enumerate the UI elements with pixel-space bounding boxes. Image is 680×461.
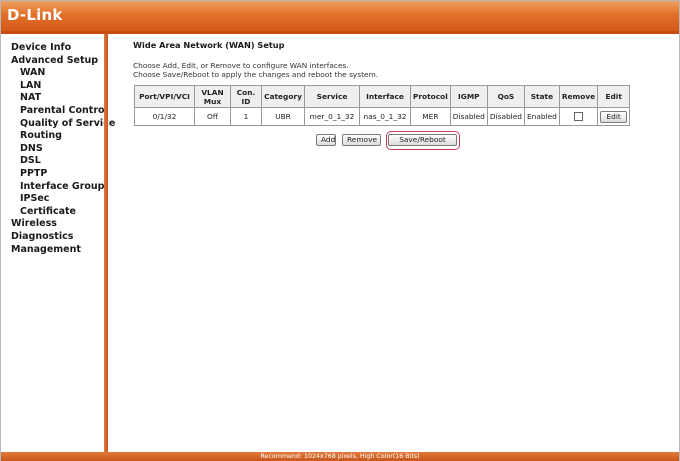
sidebar-item-advanced-setup[interactable]: Advanced Setup [11,55,115,68]
sidebar-border [104,34,108,452]
cell-protocol: MER [410,107,451,126]
sidebar-nav: Device Info Advanced Setup WAN LAN NAT P… [1,34,115,452]
header-vlan-mux-line1: VLAN [201,87,224,97]
header-remove: Remove [558,85,599,108]
sidebar-item-dns[interactable]: DNS [11,143,115,156]
sidebar-item-wireless[interactable]: Wireless [11,218,115,231]
sidebar-item-routing[interactable]: Routing [11,130,115,143]
cell-con-id: 1 [230,107,262,126]
sidebar-item-nat[interactable]: NAT [11,92,115,105]
dlink-logo: D-Link [7,6,63,24]
sidebar-item-diagnostics[interactable]: Diagnostics [11,231,115,244]
page-description-line-1: Choose Add, Edit, or Remove to configure… [133,61,349,70]
header-vlan-mux: VLAN Mux [194,85,231,108]
cell-edit: Edit [597,107,631,126]
remove-button[interactable]: Remove [342,134,381,146]
sidebar-item-interface-group[interactable]: Interface Group [11,181,115,194]
footer-bar: Recommend: 1024x768 pixels, High Color(1… [1,452,679,461]
header-edit: Edit [597,85,631,108]
header-port-vpi-vci: Port/VPI/VCI [134,85,195,108]
sidebar-item-lan[interactable]: LAN [11,80,115,93]
header-state: State [523,85,560,108]
cell-remove [558,107,599,126]
header-con-id-line1: Con. [236,87,256,97]
header-qos: QoS [486,85,525,108]
remove-checkbox[interactable] [574,112,583,122]
edit-button[interactable]: Edit [600,110,628,123]
sidebar-item-wan[interactable]: WAN [11,67,115,80]
header-con-id: Con. ID [230,85,262,108]
cell-service: mer_0_1_32 [304,107,360,126]
save-reboot-highlight [386,131,460,150]
wan-interfaces-table: Port/VPI/VCI VLAN Mux Con. ID Category S… [134,85,631,126]
sidebar-item-dsl[interactable]: DSL [11,155,115,168]
add-button[interactable]: Add [316,134,336,146]
cell-qos: Disabled [486,107,525,126]
sidebar-item-parental-control[interactable]: Parental Control [11,105,115,118]
header-category: Category [261,85,305,108]
cell-category: UBR [261,107,305,126]
sidebar-item-quality-of-service[interactable]: Quality of Service [11,118,115,131]
cell-vlan-mux: Off [194,107,231,126]
cell-interface: nas_0_1_32 [359,107,411,126]
header-service: Service [304,85,360,108]
header-con-id-line2: ID [241,96,251,106]
sidebar-item-device-info[interactable]: Device Info [11,42,115,55]
cell-state: Enabled [523,107,560,126]
header-protocol: Protocol [410,85,451,108]
page-description-line-2: Choose Save/Reboot to apply the changes … [133,70,379,79]
header-interface: Interface [359,85,411,108]
main-content: Wide Area Network (WAN) Setup Choose Add… [133,40,378,79]
page-title: Wide Area Network (WAN) Setup [133,40,285,50]
sidebar-menu: Device Info Advanced Setup WAN LAN NAT P… [11,42,115,256]
cell-port-vpi-vci: 0/1/32 [134,107,195,126]
table-row: 0/1/32 Off 1 UBR mer_0_1_32 nas_0_1_32 M… [134,107,631,126]
header-banner: D-Link [1,1,679,31]
sidebar-item-ipsec[interactable]: IPSec [11,193,115,206]
cell-igmp: Disabled [449,107,488,126]
sidebar-item-certificate[interactable]: Certificate [11,206,115,219]
header-igmp: IGMP [449,85,488,108]
header-vlan-mux-line2: Mux [203,96,222,106]
sidebar-item-pptp[interactable]: PPTP [11,168,115,181]
sidebar-item-management[interactable]: Management [11,244,115,257]
table-header-row: Port/VPI/VCI VLAN Mux Con. ID Category S… [134,85,631,108]
